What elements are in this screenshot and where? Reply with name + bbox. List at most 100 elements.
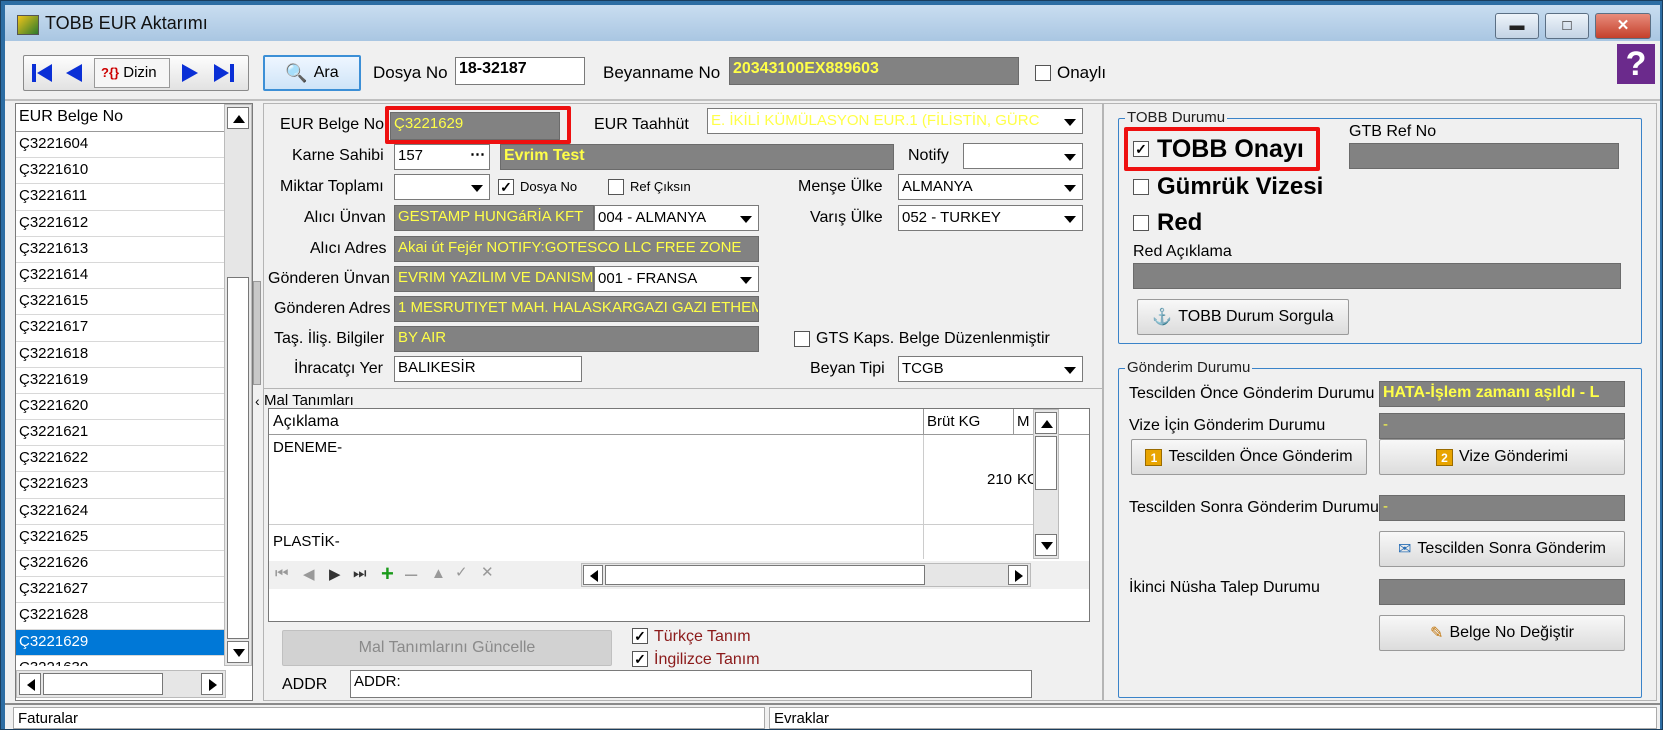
list-item[interactable]: Ç3221610: [16, 158, 224, 185]
dosya-no-input[interactable]: 18-32187: [455, 57, 585, 85]
list-item[interactable]: Ç3221614: [16, 263, 224, 290]
list-item[interactable]: Ç3221620: [16, 394, 224, 421]
previous-record-icon[interactable]: [60, 60, 88, 86]
eur-taahhut-select[interactable]: E. İKİLİ KÜMÜLASYON EUR.1 (FİLİSTİN, GÜR…: [707, 108, 1083, 134]
scroll-right-icon[interactable]: [201, 673, 223, 695]
grid-scroll-thumb[interactable]: [1035, 436, 1057, 490]
nav-delete-icon[interactable]: –: [405, 561, 417, 587]
list-item[interactable]: Ç3221615: [16, 289, 224, 316]
nav-post-icon[interactable]: ✓: [455, 563, 468, 581]
vize-durum-input[interactable]: -: [1379, 413, 1625, 439]
scroll-up-icon[interactable]: [227, 107, 249, 129]
list-item[interactable]: Ç3221613: [16, 237, 224, 263]
tobb-durum-sorgula-button[interactable]: ⚓ TOBB Durum Sorgula: [1137, 299, 1349, 335]
grid-vscrollbar[interactable]: [1033, 409, 1059, 559]
tescil-sonra-gonderim-button[interactable]: ✉ Tescilden Sonra Gönderim: [1379, 531, 1625, 567]
list-item[interactable]: Ç3221623: [16, 472, 224, 499]
miktar-toplami-select[interactable]: [394, 174, 490, 200]
beyanname-no-input[interactable]: 20343100EX889603: [729, 57, 1019, 85]
splitter-handle[interactable]: [253, 281, 261, 385]
nav-up-icon[interactable]: ▲: [431, 565, 446, 582]
ihracatci-yer-input[interactable]: BALIKESİR: [394, 356, 582, 382]
gts-checkbox[interactable]: [794, 331, 810, 347]
list-item[interactable]: Ç3221604: [16, 132, 224, 159]
collapse-arrow-icon[interactable]: ‹: [255, 393, 260, 409]
close-button[interactable]: ✕: [1595, 13, 1651, 39]
beyan-tipi-select[interactable]: TCGB: [898, 356, 1083, 382]
list-item[interactable]: Ç3221625: [16, 525, 224, 551]
nav-add-icon[interactable]: +: [381, 561, 394, 587]
list-hscroll-thumb[interactable]: [43, 673, 163, 695]
list-item[interactable]: Ç3221630: [16, 656, 224, 666]
next-record-icon[interactable]: [176, 60, 204, 86]
help-icon[interactable]: ?: [1617, 44, 1655, 84]
scroll-down-icon[interactable]: [1035, 534, 1057, 556]
list-item[interactable]: Ç3221627: [16, 577, 224, 604]
tescil-sonra-input[interactable]: -: [1379, 495, 1625, 521]
nav-next-icon[interactable]: ▶: [329, 565, 341, 583]
title-bar[interactable]: TOBB EUR Aktarımı ▬ □ ✕: [5, 5, 1660, 41]
addr-input[interactable]: ADDR:: [350, 670, 1032, 698]
evraklar-panel[interactable]: Evraklar: [769, 707, 1657, 729]
list-item[interactable]: Ç3221621: [16, 420, 224, 447]
gtb-ref-input[interactable]: [1349, 143, 1619, 169]
red-checkbox[interactable]: [1133, 215, 1149, 231]
karne-sahibi-name-input[interactable]: Evrim Test: [500, 144, 894, 170]
nav-last-icon[interactable]: ⏭: [353, 565, 367, 582]
varis-ulke-select[interactable]: 052 - TURKEY: [898, 205, 1083, 231]
scroll-up-icon[interactable]: [1035, 412, 1057, 434]
first-record-icon[interactable]: [28, 60, 56, 86]
gonderen-ulke-select[interactable]: 001 - FRANSA: [594, 266, 759, 292]
list-item[interactable]: Ç3221618: [16, 342, 224, 368]
gonderen-unvan-input[interactable]: EVRIM YAZILIM VE DANISMANLIK: [394, 266, 594, 292]
gumruk-vizesi-checkbox[interactable]: [1133, 179, 1149, 195]
mense-ulke-select[interactable]: ALMANYA: [898, 174, 1083, 200]
list-item[interactable]: Ç3221611: [16, 184, 224, 211]
belge-no-degistir-button[interactable]: ✎ Belge No Değiştir: [1379, 615, 1625, 651]
last-record-icon[interactable]: [210, 60, 238, 86]
tescil-once-gonderim-button[interactable]: 1 Tescilden Önce Gönderim: [1131, 439, 1367, 475]
scroll-left-icon[interactable]: [19, 673, 41, 695]
alici-ulke-select[interactable]: 004 - ALMANYA: [594, 205, 759, 231]
vize-gonderimi-button[interactable]: 2 Vize Gönderimi: [1379, 439, 1625, 475]
turkce-tanim-checkbox[interactable]: ✓: [632, 628, 648, 644]
karne-sahibi-code-input[interactable]: 157 ⋯: [394, 144, 490, 170]
alici-unvan-input[interactable]: GESTAMP HUNGáRİA KFT: [394, 205, 594, 231]
scroll-right-icon[interactable]: [1008, 565, 1028, 585]
gonderen-adres-input[interactable]: 1 MESRUTIYET MAH. HALASKARGAZI GAZI ETHE…: [394, 296, 759, 322]
list-scroll-thumb[interactable]: [227, 277, 249, 639]
ellipsis-icon[interactable]: ⋯: [470, 145, 485, 163]
red-aciklama-input[interactable]: [1133, 263, 1621, 289]
list-item[interactable]: Ç3221626: [16, 551, 224, 578]
nav-cancel-icon[interactable]: ✕: [481, 563, 494, 581]
faturalar-panel[interactable]: Faturalar: [13, 707, 765, 729]
ingilizce-tanim-checkbox[interactable]: ✓: [632, 651, 648, 667]
list-item[interactable]: Ç3221622: [16, 446, 224, 473]
list-item[interactable]: Ç3221619: [16, 368, 224, 394]
grid-row[interactable]: DENEME- 210 KG: [269, 435, 1033, 525]
dizin-button[interactable]: ?{} Dizin: [94, 58, 170, 88]
list-item[interactable]: Ç3221629: [16, 629, 224, 656]
tas-ilis-input[interactable]: BY AIR: [394, 326, 759, 352]
grid-row[interactable]: PLASTİK-: [269, 525, 1033, 559]
list-item[interactable]: Ç3221628: [16, 603, 224, 630]
onayli-checkbox[interactable]: [1035, 65, 1051, 81]
list-item[interactable]: Ç3221617: [16, 315, 224, 342]
grid-hscroll-thumb[interactable]: [605, 565, 925, 585]
list-item[interactable]: Ç3221624: [16, 499, 224, 525]
list-hscrollbar[interactable]: [16, 670, 226, 698]
ara-button[interactable]: 🔍 Ara: [263, 55, 361, 91]
alici-adres-input[interactable]: Akai út Fejér NOTIFY:GOTESCO LLC FREE ZO…: [394, 236, 759, 262]
scroll-down-icon[interactable]: [227, 641, 249, 663]
dosya-no-checkbox[interactable]: ✓: [498, 179, 514, 195]
list-item[interactable]: Ç3221612: [16, 211, 224, 237]
ikinci-nusha-input[interactable]: [1379, 579, 1625, 605]
nav-first-icon[interactable]: ⏮: [275, 565, 289, 582]
grid-hscrollbar[interactable]: [581, 563, 1031, 587]
scroll-left-icon[interactable]: [583, 565, 603, 585]
notify-select[interactable]: [963, 143, 1083, 169]
ref-ciksin-checkbox[interactable]: [608, 179, 624, 195]
nav-prev-icon[interactable]: ◀: [303, 565, 315, 583]
tescil-once-input[interactable]: HATA-İşlem zamanı aşıldı - L: [1379, 381, 1625, 407]
minimize-button[interactable]: ▬: [1495, 13, 1539, 39]
